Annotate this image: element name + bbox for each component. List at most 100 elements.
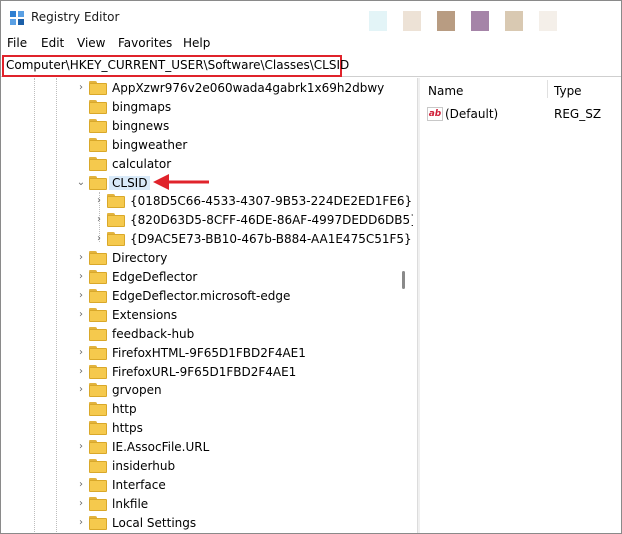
folder-icon (89, 496, 107, 511)
chevron-right-icon (75, 100, 87, 114)
column-header-type[interactable]: Type (554, 84, 582, 98)
column-separator[interactable] (547, 80, 548, 98)
title-bar[interactable]: Registry Editor (1, 1, 621, 33)
folder-icon (89, 251, 107, 266)
folder-icon (89, 459, 107, 473)
folder-icon (89, 364, 107, 379)
tree-item[interactable]: › Interface (1, 476, 397, 495)
values-pane[interactable]: Name Type ab (Default) REG_SZ (421, 78, 621, 533)
tree-item[interactable]: https (1, 419, 397, 438)
chevron-down-icon[interactable]: ⌄ (75, 176, 87, 190)
tree-item[interactable]: › AppXzwr976v2e060wada4gabrk1x69h2dbwy (1, 79, 397, 98)
menu-edit[interactable]: Edit (41, 36, 64, 50)
tree-item[interactable]: calculator (1, 155, 397, 174)
chevron-right-icon[interactable]: › (75, 383, 87, 397)
tree-item-label: Interface (112, 477, 166, 492)
tree-item-label: Directory (112, 251, 168, 266)
value-name: (Default) (445, 107, 499, 121)
tree-item-label: AppXzwr976v2e060wada4gabrk1x69h2dbwy (112, 81, 385, 95)
tree-item-label: {018D5C66-4533-4307-9B53-224DE2ED1FE6} (130, 194, 413, 209)
tree-item[interactable]: bingnews (1, 117, 397, 136)
tree-item[interactable]: › grvopen (1, 381, 397, 400)
tree-item[interactable]: › {D9AC5E73-BB10-467b-B884-AA1E475C51F5} (1, 230, 412, 249)
menu-view[interactable]: View (77, 36, 105, 50)
folder-icon (89, 440, 107, 455)
chevron-right-icon[interactable]: › (75, 497, 87, 511)
folder-icon (89, 307, 107, 322)
folder-icon (89, 288, 107, 303)
chevron-right-icon[interactable]: › (75, 365, 87, 379)
chevron-right-icon[interactable]: › (93, 213, 105, 227)
chevron-right-icon[interactable]: › (75, 308, 87, 322)
chevron-right-icon[interactable]: › (75, 81, 87, 95)
tree-item-label: grvopen (112, 383, 162, 398)
tree-item[interactable]: › {820D63D5-8CFF-46DE-86AF-4997DEDD6DB5} (1, 211, 413, 230)
tree-item[interactable]: feedback-hub (1, 325, 397, 344)
chevron-right-icon[interactable]: › (75, 516, 87, 530)
folder-icon (89, 156, 107, 171)
address-path[interactable]: Computer\HKEY_CURRENT_USER\Software\Clas… (6, 58, 349, 72)
tree-item-label: insiderhub (112, 459, 176, 473)
tree-item[interactable]: › Directory (1, 249, 397, 268)
tree-item-label: feedback-hub (112, 326, 195, 341)
registry-editor-app-icon (10, 11, 24, 25)
tree-item[interactable]: insiderhub (1, 457, 397, 476)
color-block (403, 11, 421, 31)
tree-item[interactable]: › lnkfile (1, 495, 397, 514)
folder-icon (89, 270, 107, 284)
chevron-right-icon[interactable]: › (93, 194, 105, 208)
tree-item-label: http (112, 402, 137, 417)
value-type: REG_SZ (554, 107, 602, 121)
tree-item-label: bingnews (112, 118, 170, 133)
menu-help[interactable]: Help (183, 36, 210, 50)
tree-item-label: FirefoxURL-9F65D1FBD2F4AE1 (112, 364, 297, 379)
tree-item[interactable]: › IE.AssocFile.URL (1, 438, 397, 457)
tree-item[interactable]: › EdgeDeflector.microsoft-edge (1, 287, 397, 306)
pane-splitter[interactable] (417, 78, 420, 533)
value-row[interactable]: ab (Default) REG_SZ (421, 104, 621, 124)
folder-icon (89, 421, 107, 436)
chevron-right-icon (75, 402, 87, 416)
tree-scrollbar-thumb[interactable] (402, 271, 405, 289)
tree-item[interactable]: › FirefoxURL-9F65D1FBD2F4AE1 (1, 363, 397, 382)
folder-icon (89, 515, 107, 530)
chevron-right-icon[interactable]: › (75, 289, 87, 303)
tree-item[interactable]: › {018D5C66-4533-4307-9B53-224DE2ED1FE6} (1, 192, 412, 211)
color-block (471, 11, 489, 31)
chevron-right-icon[interactable]: › (75, 270, 87, 284)
folder-icon (107, 213, 125, 228)
menu-bar: File Edit View Favorites Help (1, 33, 621, 55)
folder-icon (89, 118, 107, 133)
red-arrow-annotation (153, 174, 209, 190)
folder-icon (107, 194, 125, 209)
tree-item-label: lnkfile (112, 496, 149, 511)
tree-item[interactable]: › EdgeDeflector (1, 268, 397, 287)
folder-icon (89, 81, 107, 95)
chevron-right-icon[interactable]: › (93, 232, 105, 246)
address-bar[interactable]: Computer\HKEY_CURRENT_USER\Software\Clas… (1, 55, 621, 77)
folder-icon (89, 326, 107, 341)
tree-item[interactable]: http (1, 400, 397, 419)
registry-tree[interactable]: › AppXzwr976v2e060wada4gabrk1x69h2dbwy bin… (1, 78, 413, 533)
chevron-right-icon (75, 459, 87, 473)
tree-item-label: {820D63D5-8CFF-46DE-86AF-4997DEDD6DB5} (130, 213, 413, 228)
tree-item-label: CLSID (109, 175, 151, 190)
tree-item[interactable]: › Extensions (1, 306, 397, 325)
tree-item[interactable]: › Local Settings (1, 514, 397, 533)
chevron-right-icon (75, 119, 87, 133)
tree-item-label: bingweather (112, 137, 188, 152)
menu-favorites[interactable]: Favorites (118, 36, 172, 50)
tree-item[interactable]: › FirefoxHTML-9F65D1FBD2F4AE1 (1, 344, 397, 363)
chevron-right-icon[interactable]: › (75, 478, 87, 492)
chevron-right-icon[interactable]: › (75, 251, 87, 265)
tree-item-label: calculator (112, 156, 172, 171)
tree-item[interactable]: bingweather (1, 136, 397, 155)
menu-file[interactable]: File (7, 36, 27, 50)
tree-item[interactable]: bingmaps (1, 98, 397, 117)
column-header-name[interactable]: Name (428, 84, 463, 98)
folder-icon (89, 137, 107, 152)
color-block (505, 11, 523, 31)
chevron-right-icon[interactable]: › (75, 346, 87, 360)
folder-icon (89, 175, 107, 190)
chevron-right-icon[interactable]: › (75, 440, 87, 454)
